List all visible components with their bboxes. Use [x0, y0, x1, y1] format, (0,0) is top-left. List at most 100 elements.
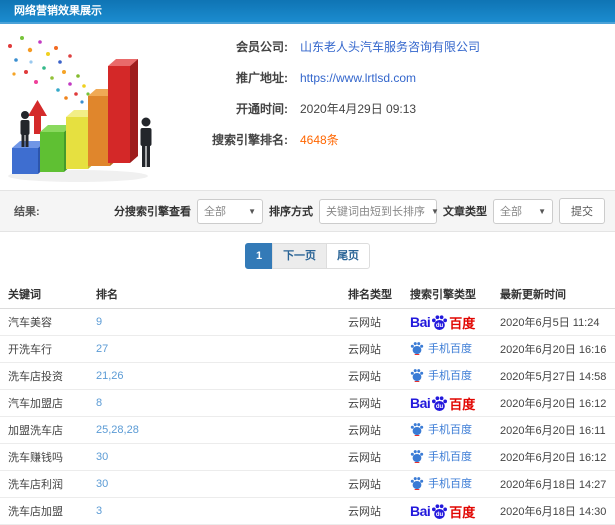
table-row: 洗车赚钱吗 30 云网站 手机百度 2020年6月20日 16:12	[0, 443, 615, 471]
mobile-baidu-label: 手机百度	[428, 451, 472, 463]
rank-link[interactable]: 30	[96, 451, 108, 463]
updated-cell: 2020年5月27日 14:58	[492, 362, 615, 390]
engine-cell: 手机百度	[402, 416, 492, 444]
rank-cell: 30	[88, 443, 340, 471]
rank-cell: 8	[88, 389, 340, 417]
engine-select[interactable]: 全部 ▼	[197, 198, 263, 224]
engine-cell: Bai du 百度	[402, 308, 492, 336]
svg-text:du: du	[436, 512, 444, 518]
rank-cell: 9	[88, 308, 340, 336]
baidu-paw-icon	[410, 423, 424, 436]
mobile-baidu-logo: 手机百度	[410, 421, 472, 437]
mobile-baidu-label: 手机百度	[428, 478, 472, 490]
pagination: 1 下一页 尾页	[244, 243, 371, 269]
rank-cell: 3	[88, 497, 340, 525]
updated-cell: 2020年6月18日 14:30	[492, 497, 615, 525]
bars	[12, 59, 138, 174]
col-rank-type: 排名类型	[340, 280, 402, 309]
baidu-logo: Bai du 百度	[410, 395, 476, 412]
open-time-value: 2020年4月29日 09:13	[300, 102, 417, 116]
engine-select-value: 全部	[204, 206, 226, 218]
article-type-select-value: 全部	[500, 206, 522, 218]
mobile-baidu-logo: 手机百度	[410, 340, 472, 356]
rank-type-cell: 云网站	[340, 308, 402, 336]
confetti-dots	[8, 36, 90, 104]
keyword-cell: 加盟洗车店	[0, 416, 88, 444]
mobile-baidu-label: 手机百度	[428, 370, 472, 382]
table-header-row: 关键词 排名 排名类型 搜索引擎类型 最新更新时间	[0, 280, 615, 309]
mobile-baidu-logo: 手机百度	[410, 475, 472, 491]
promo-url-link[interactable]: https://www.lrtlsd.com	[300, 71, 416, 85]
chevron-down-icon: ▼	[538, 206, 546, 216]
table-row: 洗车店加盟 3 云网站 Bai du 百度 2020年6月18日 14:30	[0, 497, 615, 525]
sort-filter-label: 排序方式	[269, 206, 313, 218]
submit-button[interactable]: 提交	[559, 198, 605, 224]
next-page-button[interactable]: 下一页	[272, 243, 328, 269]
updated-cell: 2020年6月18日 14:27	[492, 470, 615, 498]
baidu-paw-icon	[410, 342, 424, 355]
promo-url-label: 推广地址:	[236, 71, 288, 85]
col-keyword: 关键词	[0, 280, 88, 309]
rank-type-cell: 云网站	[340, 497, 402, 525]
info-row-company: 会员公司: 山东老人头汽车服务咨询有限公司	[170, 38, 605, 55]
rank-type-cell: 云网站	[340, 335, 402, 363]
rank-cell: 30	[88, 470, 340, 498]
rank-link[interactable]: 30	[96, 478, 108, 490]
baidu-logo: Bai du 百度	[410, 314, 476, 331]
keyword-cell: 汽车加盟店	[0, 389, 88, 417]
rank-link[interactable]: 27	[96, 343, 108, 355]
mobile-baidu-label: 手机百度	[428, 343, 472, 355]
engine-cell: 手机百度	[402, 470, 492, 498]
info-row-rank-count: 搜索引擎排名: 4648条	[170, 131, 605, 148]
article-type-label: 文章类型	[443, 206, 487, 218]
company-label: 会员公司:	[236, 40, 288, 54]
baidu-paw-icon: du	[432, 503, 448, 519]
rank-link[interactable]: 8	[96, 397, 102, 409]
engine-filter-label: 分搜索引擎查看	[114, 206, 191, 218]
updated-cell: 2020年6月20日 16:16	[492, 335, 615, 363]
page-title: 网络营销效果展示	[14, 5, 102, 17]
last-page-button[interactable]: 尾页	[326, 243, 371, 269]
open-time-label: 开通时间:	[236, 102, 288, 116]
col-rank: 排名	[88, 280, 340, 309]
baidu-paw-icon: du	[432, 395, 448, 411]
rank-cell: 25,28,28	[88, 416, 340, 444]
rank-type-cell: 云网站	[340, 416, 402, 444]
keyword-cell: 开洗车行	[0, 335, 88, 363]
result-label: 结果:	[14, 206, 40, 218]
businessman-right	[140, 117, 152, 167]
engine-cell: 手机百度	[402, 443, 492, 471]
keyword-cell: 洗车店投资	[0, 362, 88, 390]
page-button-current[interactable]: 1	[244, 243, 274, 269]
table-row: 加盟洗车店 25,28,28 云网站 手机百度 2020年6月20日 16:11	[0, 416, 615, 444]
updated-cell: 2020年6月20日 16:12	[492, 389, 615, 417]
filter-controls: 分搜索引擎查看 全部 ▼ 排序方式 关键词由短到长排序 ▼ 文章类型 全部 ▼ …	[114, 198, 605, 224]
rank-link[interactable]: 9	[96, 316, 102, 328]
chevron-down-icon: ▼	[248, 206, 256, 216]
sort-select-value: 关键词由短到长排序	[326, 206, 425, 218]
growth-chart-illustration	[8, 36, 152, 182]
window-title-bar: 网络营销效果展示	[0, 0, 615, 24]
rank-count-label: 搜索引擎排名:	[212, 133, 288, 147]
company-link[interactable]: 山东老人头汽车服务咨询有限公司	[300, 38, 480, 55]
engine-cell: Bai du 百度	[402, 389, 492, 417]
results-table-body: 汽车美容 9 云网站 Bai du 百度 2020年6月5日 11:24 开洗车行 27 云网站手…	[0, 308, 615, 525]
article-type-select[interactable]: 全部 ▼	[493, 198, 553, 224]
updated-cell: 2020年6月20日 16:12	[492, 443, 615, 471]
engine-cell: 手机百度	[402, 335, 492, 363]
rank-type-cell: 云网站	[340, 362, 402, 390]
rank-link[interactable]: 3	[96, 505, 102, 517]
rank-link[interactable]: 25,28,28	[96, 424, 139, 436]
rank-type-cell: 云网站	[340, 389, 402, 417]
info-row-open-time: 开通时间: 2020年4月29日 09:13	[170, 100, 605, 117]
rank-cell: 27	[88, 335, 340, 363]
results-table: 关键词 排名 排名类型 搜索引擎类型 最新更新时间 汽车美容 9 云网站 Bai du 百…	[0, 280, 615, 525]
sort-select[interactable]: 关键词由短到长排序 ▼	[319, 198, 439, 224]
svg-text:du: du	[436, 323, 444, 329]
rank-link[interactable]: 21,26	[96, 370, 124, 382]
baidu-paw-icon: du	[432, 314, 448, 330]
mobile-baidu-logo: 手机百度	[410, 448, 472, 464]
mobile-baidu-label: 手机百度	[428, 424, 472, 436]
rank-cell: 21,26	[88, 362, 340, 390]
table-row: 汽车美容 9 云网站 Bai du 百度 2020年6月5日 11:24	[0, 308, 615, 336]
